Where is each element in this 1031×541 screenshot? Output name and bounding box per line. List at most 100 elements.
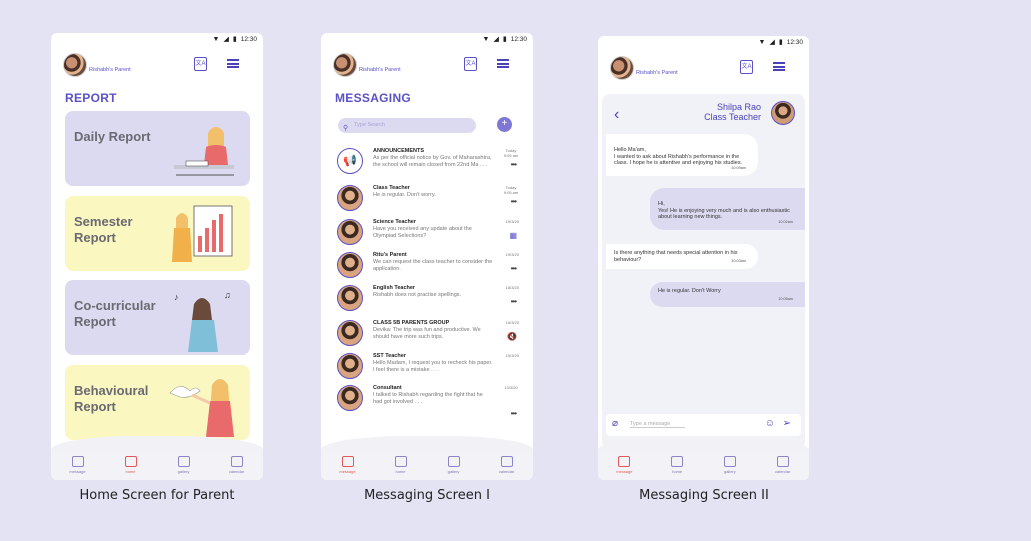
incoming-message: Is there anything that needs special att… xyxy=(606,244,758,269)
message-date: Today 9:05 am xyxy=(503,185,519,195)
message-text: Hello Ma'am, I wanted to ask about Risha… xyxy=(614,146,743,167)
message-time: 10:02am xyxy=(778,220,793,225)
bottom-nav: message home gallery calendar xyxy=(51,450,263,480)
message-time: 10:03am xyxy=(731,259,746,264)
daily-report-card[interactable]: Daily Report xyxy=(65,111,250,186)
message-preview: Hello Madam, I request you to recheck hi… xyxy=(373,360,493,373)
page-title: MESSAGING xyxy=(335,91,412,105)
contact-name: Shilpa Rao xyxy=(716,102,761,112)
mute-icon[interactable]: 🔇 xyxy=(507,332,517,341)
message-item[interactable]: Consultant I talked to Rishabh regarding… xyxy=(337,385,522,418)
more-icon[interactable]: ••• xyxy=(511,197,517,206)
nav-calendar[interactable]: calendar xyxy=(487,456,527,474)
translate-icon[interactable]: 文A xyxy=(464,57,477,71)
nav-home[interactable]: home xyxy=(381,456,421,474)
more-icon[interactable]: ••• xyxy=(511,160,517,169)
semester-report-card[interactable]: Semester Report xyxy=(65,196,250,271)
message-text: Is there anything that needs special att… xyxy=(614,250,738,263)
gallery-icon xyxy=(177,456,190,467)
nav-calendar[interactable]: calendar xyxy=(217,456,257,474)
emoji-icon[interactable]: ☺ xyxy=(765,418,775,429)
message-date: Today 9:05 am xyxy=(503,148,519,158)
message-time: 10:05am xyxy=(778,297,793,302)
nav-home[interactable]: home xyxy=(111,456,151,474)
nav-calendar[interactable]: calendar xyxy=(763,456,803,474)
nav-gallery[interactable]: gallery xyxy=(710,456,750,474)
messaging-screen-1-phone: ▼ ◢ ▮ 12:30 Rishabh's Parent 文A MESSAGIN… xyxy=(321,33,533,480)
message-item[interactable]: 📢 ANNOUNCEMENTS As per the official noti… xyxy=(337,148,522,180)
co-curricular-report-card[interactable]: Co-curricular Report ♪ ♫ xyxy=(65,280,250,355)
parent-avatar[interactable] xyxy=(610,56,634,80)
calendar-icon xyxy=(776,456,789,467)
dove-girl-illustration xyxy=(169,379,234,437)
contact-avatar xyxy=(337,252,363,278)
translate-icon[interactable]: 文A xyxy=(740,60,753,74)
outgoing-message: He is regular. Don't Worry 10:05am xyxy=(650,282,805,307)
nav-label: message xyxy=(616,469,633,474)
nav-gallery[interactable]: gallery xyxy=(164,456,204,474)
nav-curve-decoration xyxy=(598,436,809,450)
calendar-icon xyxy=(230,456,243,467)
messaging-1-caption: Messaging Screen I xyxy=(364,488,490,503)
nav-message[interactable]: message xyxy=(604,456,644,474)
message-item[interactable]: English Teacher Rishabh does not practis… xyxy=(337,285,522,317)
message-item[interactable]: Class Teacher He is regular. Don't worry… xyxy=(337,185,522,217)
nav-label: gallery xyxy=(723,469,736,474)
nav-message[interactable]: message xyxy=(328,456,368,474)
message-composer: ⌀ Type a message ☺ ➢ xyxy=(606,414,801,436)
contact-avatar xyxy=(337,219,363,245)
more-icon[interactable]: ••• xyxy=(511,297,517,306)
outgoing-message: Hi, Yes! He is enjoying very much and is… xyxy=(650,188,805,230)
parent-avatar[interactable] xyxy=(63,53,87,77)
card-label: Behavioural Report xyxy=(74,383,149,414)
parent-name-label: Rishabh's Parent xyxy=(359,67,401,73)
translate-icon[interactable]: 文A xyxy=(194,57,207,71)
clock-text: 12:30 xyxy=(786,38,803,46)
contact-avatar[interactable] xyxy=(771,101,795,125)
nav-gallery[interactable]: gallery xyxy=(434,456,474,474)
parent-name-label: Rishabh's Parent xyxy=(89,67,131,73)
more-icon[interactable]: ••• xyxy=(511,409,517,418)
signal-icon: ◢ xyxy=(769,39,775,46)
search-input[interactable]: ⚲ Type Search xyxy=(338,118,476,133)
contact-avatar xyxy=(337,285,363,311)
message-item[interactable]: SST Teacher Hello Madam, I request you t… xyxy=(337,353,522,385)
new-message-button[interactable]: + xyxy=(497,117,512,132)
singing-woman-illustration: ♪ ♫ xyxy=(174,290,231,352)
message-item[interactable]: CLASS 5B PARENTS GROUP Devika: The trip … xyxy=(337,320,522,352)
nav-label: home xyxy=(125,469,136,474)
message-text: He is regular. Don't Worry xyxy=(658,288,721,294)
battery-icon: ▮ xyxy=(778,39,783,46)
nav-label: calendar xyxy=(498,469,515,474)
attachment-icon[interactable]: ⌀ xyxy=(612,418,618,429)
group-avatar xyxy=(337,320,363,346)
hamburger-menu-icon[interactable] xyxy=(497,59,509,68)
chart-presentation-illustration xyxy=(172,205,233,262)
behavioural-report-card[interactable]: Behavioural Report xyxy=(65,365,250,440)
chat-panel: ‹ Shilpa Rao Class Teacher Hello Ma'am, … xyxy=(602,94,805,449)
home-screen-caption: Home Screen for Parent xyxy=(79,488,235,503)
message-item[interactable]: Ritu's Parent We can request the class t… xyxy=(337,252,522,284)
nav-home[interactable]: home xyxy=(657,456,697,474)
calendar-icon[interactable]: ▦ xyxy=(509,231,517,240)
search-placeholder: Type Search xyxy=(354,122,385,128)
message-input[interactable]: Type a message xyxy=(630,421,685,428)
parent-avatar[interactable] xyxy=(333,53,357,77)
hamburger-menu-icon[interactable] xyxy=(227,59,239,68)
card-label: Semester Report xyxy=(74,214,133,245)
back-arrow-icon[interactable]: ‹ xyxy=(614,106,619,124)
app-header: Rishabh's Parent 文A xyxy=(610,54,797,80)
message-preview: I talked to Rishabh regarding the fight … xyxy=(373,392,483,405)
nav-message[interactable]: message xyxy=(58,456,98,474)
incoming-message: Hello Ma'am, I wanted to ask about Risha… xyxy=(606,134,758,176)
more-icon[interactable]: ••• xyxy=(511,264,517,273)
message-title: Ritu's Parent xyxy=(373,252,407,258)
hamburger-menu-icon[interactable] xyxy=(773,62,785,71)
gallery-icon xyxy=(447,456,460,467)
message-item[interactable]: Science Teacher Have you received any up… xyxy=(337,219,522,251)
messaging-screen-2-phone: ▼ ◢ ▮ 12:30 Rishabh's Parent 文A ‹ Shilpa… xyxy=(598,36,809,480)
message-icon xyxy=(71,456,84,467)
battery-icon: ▮ xyxy=(232,36,237,43)
send-icon[interactable]: ➢ xyxy=(783,418,791,429)
nav-curve-decoration xyxy=(321,436,533,450)
